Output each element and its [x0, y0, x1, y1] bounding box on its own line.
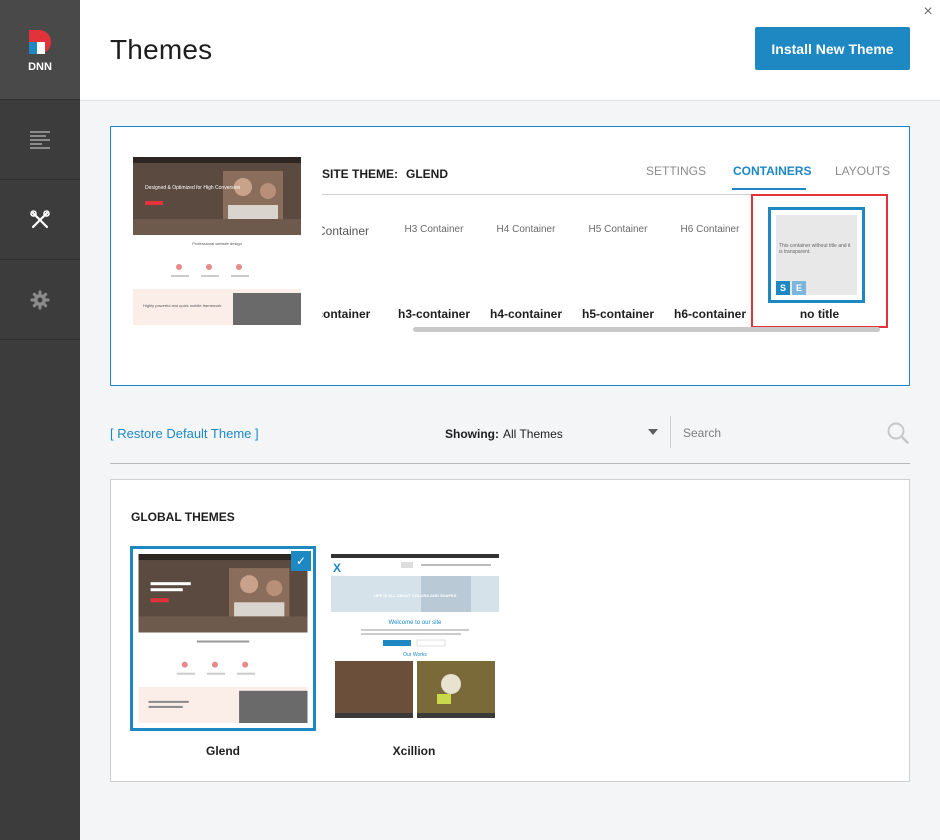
container-preview: 2 Container: [322, 224, 370, 238]
sidebar-item-tools[interactable]: [0, 180, 80, 260]
glend-footer-text: Highly powerful and quick mobile framewo…: [143, 303, 221, 308]
xcillion-works-text: Our Works: [403, 652, 427, 658]
container-name: h4-container: [489, 307, 562, 321]
pages-icon: [30, 130, 50, 149]
container-name: h3-container: [397, 307, 470, 321]
glend-preview-image: [138, 554, 308, 723]
container-preview: This container without title and it is t…: [776, 215, 857, 295]
page-header: Themes Install New Theme ×: [80, 0, 940, 101]
theme-name-xcillion: Xcillion: [392, 744, 436, 758]
tab-containers[interactable]: CONTAINERS: [733, 164, 811, 178]
site-theme-name: GLEND: [406, 167, 448, 181]
skin-badge: S: [776, 281, 790, 295]
logo-text: DNN: [28, 61, 52, 72]
dnn-logo-icon: DNN: [28, 29, 52, 72]
container-item-selected[interactable]: This container without title and it is t…: [768, 207, 865, 303]
theme-card-xcillion[interactable]: X LIFE IS ALL ABOUT COLORS AND SHAPES We…: [330, 546, 516, 731]
tools-icon: [30, 209, 50, 228]
global-themes-panel: GLOBAL THEMES ✓ Glend X LIFE IS ALL ABOU…: [110, 479, 910, 782]
container-preview: H4 Container: [496, 224, 556, 235]
container-name: h6-container: [673, 307, 746, 321]
dnn-logo[interactable]: DNN: [0, 0, 80, 100]
filter-divider: [670, 416, 671, 448]
install-new-theme-button[interactable]: Install New Theme: [755, 27, 910, 70]
container-preview: H5 Container: [588, 224, 648, 235]
tab-layouts[interactable]: LAYOUTS: [835, 164, 890, 178]
sidebar: DNN: [0, 0, 80, 840]
xcillion-thumbnail: X LIFE IS ALL ABOUT COLORS AND SHAPES We…: [331, 554, 499, 722]
edit-badge: E: [792, 281, 806, 295]
close-icon[interactable]: ×: [920, 4, 936, 20]
site-theme-thumbnail[interactable]: Designed & Optimized for High Conversion…: [133, 157, 301, 325]
glend-preview-image: Designed & Optimized for High Conversion…: [133, 157, 301, 325]
container-name: h5-container: [581, 307, 654, 321]
selected-check-icon: ✓: [291, 551, 311, 571]
container-item[interactable]: H4 Container h4-container: [480, 202, 572, 327]
glend-subhead: Professional website design: [192, 241, 242, 246]
theme-name-glend: Glend: [205, 744, 240, 758]
restore-default-theme-link[interactable]: [ Restore Default Theme ]: [110, 426, 259, 441]
filter-divider-line: [110, 463, 910, 464]
chevron-down-icon[interactable]: [648, 429, 658, 435]
showing-label: Showing:: [445, 427, 499, 441]
xcillion-banner-text: LIFE IS ALL ABOUT COLORS AND SHAPES: [374, 593, 457, 598]
showing-select[interactable]: All Themes: [503, 427, 563, 441]
container-preview: H3 Container: [404, 224, 464, 235]
search-icon[interactable]: [887, 422, 909, 444]
container-scrollbar[interactable]: [413, 327, 880, 332]
gear-icon: [30, 290, 50, 309]
container-item[interactable]: H6 Container h6-container: [664, 202, 756, 327]
page-title: Themes: [110, 34, 213, 65]
container-item[interactable]: 2 Container 2-container: [322, 202, 384, 327]
search-input[interactable]: [683, 420, 878, 446]
container-preview: H6 Container: [680, 224, 740, 235]
tab-settings[interactable]: SETTINGS: [646, 164, 706, 178]
tab-active-underline: [732, 188, 806, 190]
global-themes-title: GLOBAL THEMES: [131, 510, 235, 524]
svg-text:X: X: [333, 561, 341, 575]
container-item[interactable]: H5 Container h5-container: [572, 202, 664, 327]
container-name: no title: [799, 307, 840, 321]
glend-headline: Designed & Optimized for High Conversion: [145, 185, 241, 191]
site-theme-panel: Designed & Optimized for High Conversion…: [110, 126, 910, 386]
theme-card-glend[interactable]: ✓: [130, 546, 316, 731]
container-item[interactable]: H3 Container h3-container: [388, 202, 480, 327]
xcillion-welcome-text: Welcome to our site: [389, 620, 443, 626]
sidebar-item-pages[interactable]: [0, 100, 80, 180]
sidebar-item-settings[interactable]: [0, 260, 80, 340]
site-theme-label: SITE THEME:: [322, 167, 399, 181]
xcillion-preview-image: X LIFE IS ALL ABOUT COLORS AND SHAPES We…: [331, 554, 499, 722]
container-preview-text: This container without title and it is t…: [779, 243, 851, 255]
container-name: 2-container: [322, 307, 371, 321]
glend-thumbnail: [138, 554, 308, 723]
